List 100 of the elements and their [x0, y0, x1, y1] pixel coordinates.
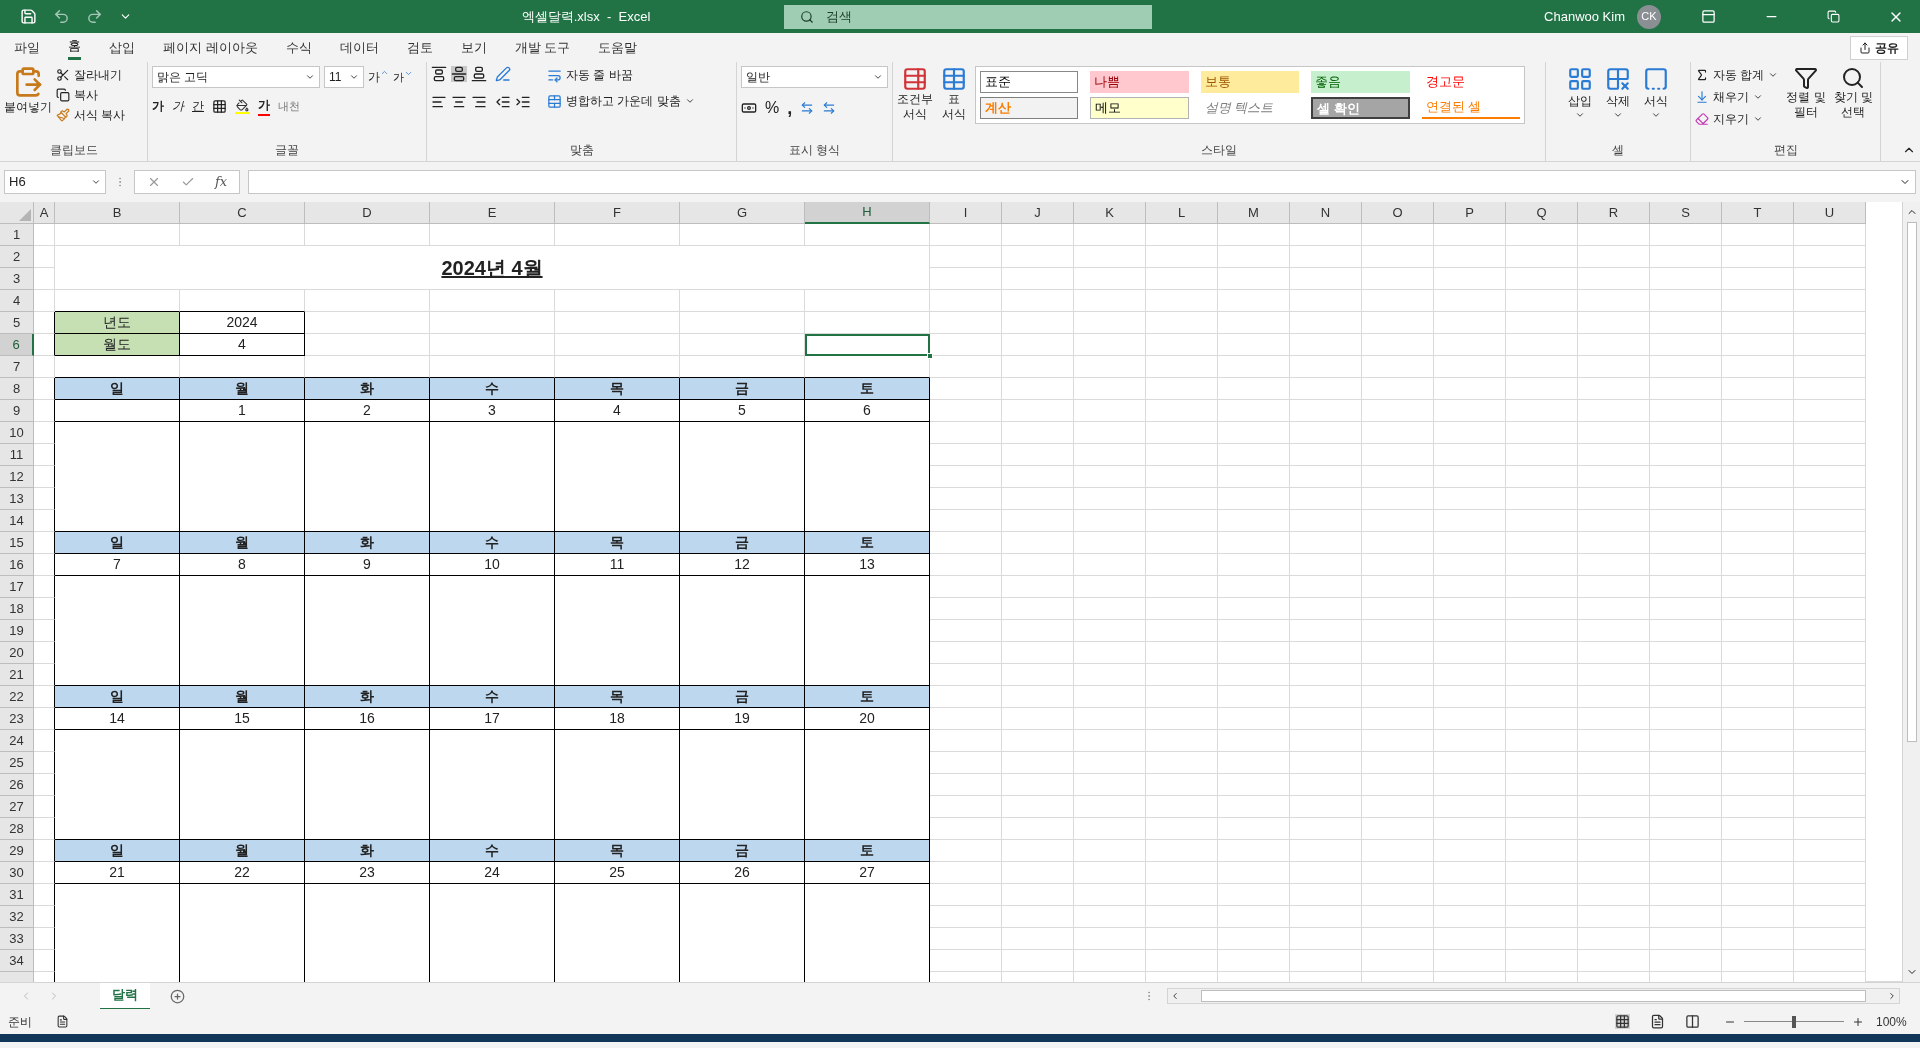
accessibility-icon[interactable] — [56, 1015, 69, 1028]
column-header[interactable]: F — [555, 202, 680, 224]
menu-tab[interactable]: 데이터 — [339, 35, 379, 60]
row-header[interactable]: 32 — [0, 906, 34, 928]
zoom-thumb[interactable] — [1792, 1015, 1796, 1028]
row-header[interactable]: 21 — [0, 664, 34, 686]
row-header[interactable]: 10 — [0, 422, 34, 444]
format-painter-button[interactable]: 서식 복사 — [56, 106, 126, 124]
save-icon[interactable] — [20, 8, 37, 25]
row-header[interactable]: 7 — [0, 356, 34, 378]
select-all-button[interactable] — [0, 202, 34, 224]
restore-icon[interactable] — [1827, 10, 1840, 23]
name-box[interactable]: H6 — [4, 170, 106, 194]
cell-style[interactable]: 보통 — [1200, 71, 1300, 93]
format-table-button[interactable]: 표 서식 — [941, 66, 967, 124]
row-header[interactable]: 14 — [0, 510, 34, 532]
cells-button[interactable]: 삭제 — [1605, 66, 1631, 120]
indent-decrease-icon[interactable] — [495, 94, 511, 110]
row-header[interactable]: 19 — [0, 620, 34, 642]
row-header[interactable]: 25 — [0, 752, 34, 774]
cells-button[interactable]: 서식 — [1643, 66, 1669, 120]
scroll-right-icon[interactable] — [1887, 991, 1897, 1001]
percent-button[interactable]: % — [765, 96, 780, 120]
fill-color-icon[interactable] — [235, 98, 250, 114]
italic-button[interactable]: 가 — [172, 97, 184, 115]
row-header[interactable]: 26 — [0, 774, 34, 796]
row-header[interactable]: 1 — [0, 224, 34, 246]
cell-style[interactable]: 좋음 — [1311, 71, 1410, 93]
menu-tab[interactable]: 홈 — [68, 35, 81, 60]
conditional-format-button[interactable]: 조건부 서식 — [897, 66, 933, 124]
empty-date-cell[interactable] — [55, 400, 180, 422]
column-header[interactable]: L — [1146, 202, 1218, 224]
increase-decimal-icon[interactable] — [800, 101, 815, 115]
comma-button[interactable]: , — [787, 99, 793, 117]
menu-tab[interactable]: 페이지 레이아웃 — [163, 35, 258, 60]
column-header[interactable]: S — [1650, 202, 1722, 224]
row-header[interactable]: 18 — [0, 598, 34, 620]
row-header[interactable]: 28 — [0, 818, 34, 840]
grow-font-button[interactable]: 가 — [368, 68, 389, 86]
row-header[interactable]: 6 — [0, 334, 34, 356]
add-sheet-icon[interactable] — [170, 988, 185, 1004]
fill-button[interactable]: 채우기 — [1695, 88, 1779, 106]
row-header[interactable]: 12 — [0, 466, 34, 488]
menu-tab[interactable]: 도움말 — [598, 35, 638, 60]
column-header[interactable]: B — [55, 202, 180, 224]
sheet-tab[interactable]: 달력 — [100, 982, 150, 1010]
row-header[interactable]: 2 — [0, 246, 34, 268]
wrap-text-button[interactable]: 자동 줄 바꿈 — [547, 66, 695, 84]
row-header[interactable]: 30 — [0, 862, 34, 884]
font-color-button[interactable]: 가 — [258, 96, 270, 116]
menu-tab[interactable]: 수식 — [285, 35, 312, 60]
page-break-icon[interactable] — [1685, 1014, 1700, 1029]
horizontal-scrollbar[interactable] — [1167, 988, 1900, 1004]
cell-style[interactable]: 표준 — [980, 71, 1079, 93]
borders-icon[interactable] — [212, 98, 227, 114]
indent-increase-icon[interactable] — [515, 94, 531, 110]
menu-tab[interactable]: 파일 — [14, 35, 40, 60]
row-header[interactable]: 34 — [0, 950, 34, 972]
column-header[interactable]: Q — [1506, 202, 1578, 224]
selected-cell[interactable] — [805, 334, 930, 356]
row-header[interactable]: 23 — [0, 708, 34, 730]
cell-style[interactable]: 나쁨 — [1090, 71, 1189, 93]
underline-button[interactable]: 간 — [192, 97, 204, 115]
ribbon-display-icon[interactable] — [1701, 9, 1716, 24]
column-header[interactable]: M — [1218, 202, 1290, 224]
row-header[interactable]: 31 — [0, 884, 34, 906]
cut-button[interactable]: 잘라내기 — [56, 66, 126, 84]
font-size-field[interactable]: 11 — [324, 66, 364, 88]
page-layout-icon[interactable] — [1650, 1014, 1665, 1029]
column-header[interactable]: G — [680, 202, 805, 224]
menu-tab[interactable]: 개발 도구 — [514, 35, 571, 60]
column-header[interactable]: U — [1794, 202, 1866, 224]
merge-center-button[interactable]: 병합하고 가운데 맞춤 — [547, 92, 695, 110]
align-middle-icon[interactable] — [451, 66, 467, 82]
column-header[interactable]: O — [1362, 202, 1434, 224]
phonetic-button[interactable]: 내천 — [278, 97, 300, 115]
row-header[interactable]: 22 — [0, 686, 34, 708]
zoom-level[interactable]: 100% — [1876, 1012, 1912, 1031]
cells-button[interactable]: 삽입 — [1567, 66, 1593, 120]
menu-tab[interactable]: 검토 — [406, 35, 433, 60]
row-header[interactable]: 29 — [0, 840, 34, 862]
column-header[interactable]: P — [1434, 202, 1506, 224]
undo-icon[interactable] — [53, 8, 70, 25]
zoom-slider[interactable] — [1744, 1015, 1844, 1028]
row-header[interactable]: 16 — [0, 554, 34, 576]
shrink-font-button[interactable]: 가 — [393, 68, 413, 86]
bold-button[interactable]: 가 — [152, 97, 164, 115]
row-header[interactable]: 13 — [0, 488, 34, 510]
copy-button[interactable]: 복사 — [56, 86, 126, 104]
cancel-icon[interactable] — [147, 175, 161, 189]
autosum-button[interactable]: 자동 합계 — [1695, 66, 1779, 84]
vertical-scrollbar[interactable] — [1902, 202, 1920, 982]
share-button[interactable]: 공유 — [1850, 35, 1908, 60]
column-header[interactable]: D — [305, 202, 430, 224]
sort-filter-button[interactable]: 정렬 및 필터 — [1786, 66, 1826, 128]
fill-handle[interactable] — [927, 353, 933, 359]
column-header[interactable]: T — [1722, 202, 1794, 224]
column-header[interactable]: K — [1074, 202, 1146, 224]
column-header[interactable]: H — [805, 202, 930, 224]
align-right-icon[interactable] — [471, 94, 487, 110]
